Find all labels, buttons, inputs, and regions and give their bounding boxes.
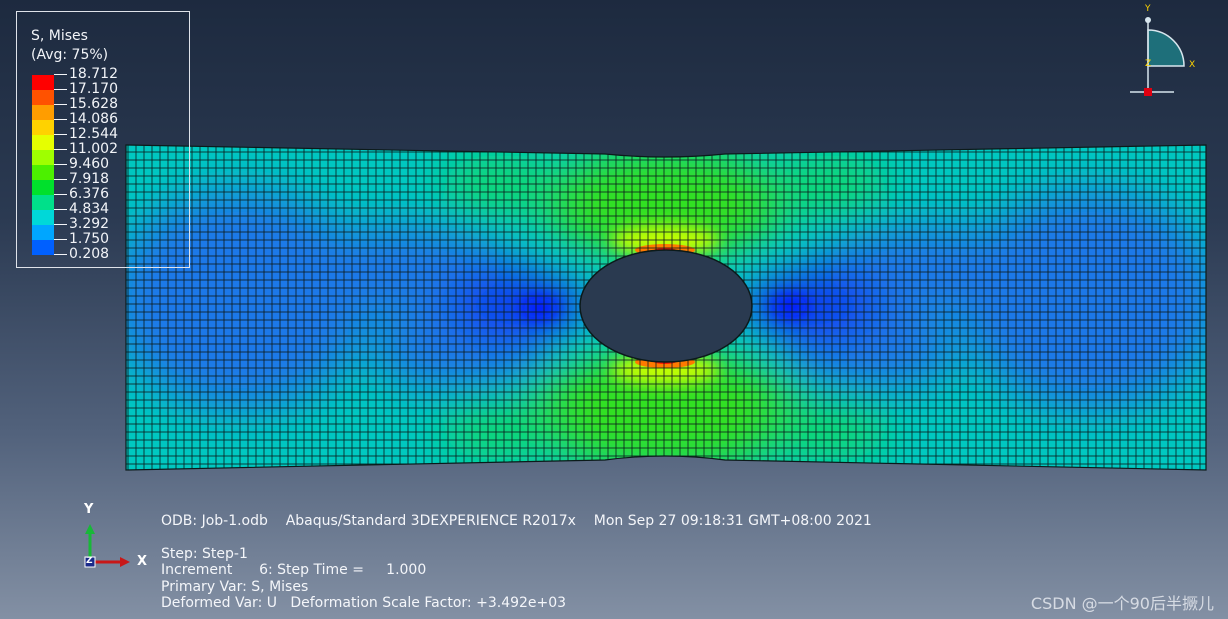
legend-value: 12.544 [69,126,118,142]
legend-value: 9.460 [69,156,110,172]
legend-title: S, Mises [31,28,88,44]
view-cube-quadrant [1147,29,1185,67]
contour-legend[interactable]: S, Mises (Avg: 75%) 18.712 17.170 15.628 14… [16,11,190,268]
legend-swatch [32,75,54,90]
legend-tick [54,254,67,255]
legend-tick [54,209,67,210]
legend-tick [54,134,67,135]
legend-swatch [32,165,54,180]
legend-swatch [32,195,54,210]
primary-var-info: Primary Var: S, Mises [161,579,309,595]
increment-info: Increment 6: Step Time = 1.000 [161,562,427,578]
legend-swatch [32,120,54,135]
legend-tick [54,194,67,195]
view-triad[interactable]: Y X Z [1128,2,1208,98]
legend-swatch [32,180,54,195]
step-info: Step: Step-1 [161,546,248,562]
legend-tick [54,164,67,165]
legend-tick [54,74,67,75]
view-triad-z-label: Z [1145,59,1151,69]
x-axis-arrow-icon [120,557,130,567]
odb-info: ODB: Job-1.odb Abaqus/Standard 3DEXPERIE… [161,513,872,529]
legend-tick [54,89,67,90]
triad-x-label: X [137,554,148,569]
legend-swatch [32,90,54,105]
watermark: CSDN @一个90后半撅儿 [1030,594,1214,613]
deformed-var-info: Deformed Var: U Deformation Scale Factor… [161,595,567,611]
legend-value: 17.170 [69,81,118,97]
legend-value: 4.834 [69,201,110,217]
legend-tick [54,119,67,120]
legend-swatch [32,240,54,255]
legend-tick [54,224,67,225]
legend-swatch [32,150,54,165]
abaqus-viewport[interactable]: S, Mises (Avg: 75%) 18.712 17.170 15.628 14… [0,0,1228,619]
legend-color-bar [32,75,54,255]
legend-tick [54,149,67,150]
view-triad-y-label: Y [1144,4,1151,14]
view-triad-origin-icon [1144,88,1152,96]
triad-y-label: Y [84,502,94,517]
legend-value: 6.376 [69,186,110,202]
legend-swatch [32,135,54,150]
legend-value: 11.002 [69,141,118,157]
legend-value: 15.628 [69,96,118,112]
legend-swatch [32,105,54,120]
legend-value: 7.918 [69,171,110,187]
legend-value: 18.712 [69,66,118,82]
legend-value: 14.086 [69,111,118,127]
center-hole [579,249,753,363]
y-axis-arrow-icon [85,524,95,534]
legend-swatch [32,210,54,225]
legend-value: 1.750 [69,231,110,247]
legend-tick [54,239,67,240]
view-triad-x-label: X [1189,60,1195,70]
triad-z-label: Z [86,556,93,566]
legend-value: 0.208 [69,246,110,262]
legend-tick [54,104,67,105]
legend-swatch [32,225,54,240]
legend-averaging: (Avg: 75%) [31,47,109,63]
legend-tick [54,179,67,180]
legend-value: 3.292 [69,216,110,232]
